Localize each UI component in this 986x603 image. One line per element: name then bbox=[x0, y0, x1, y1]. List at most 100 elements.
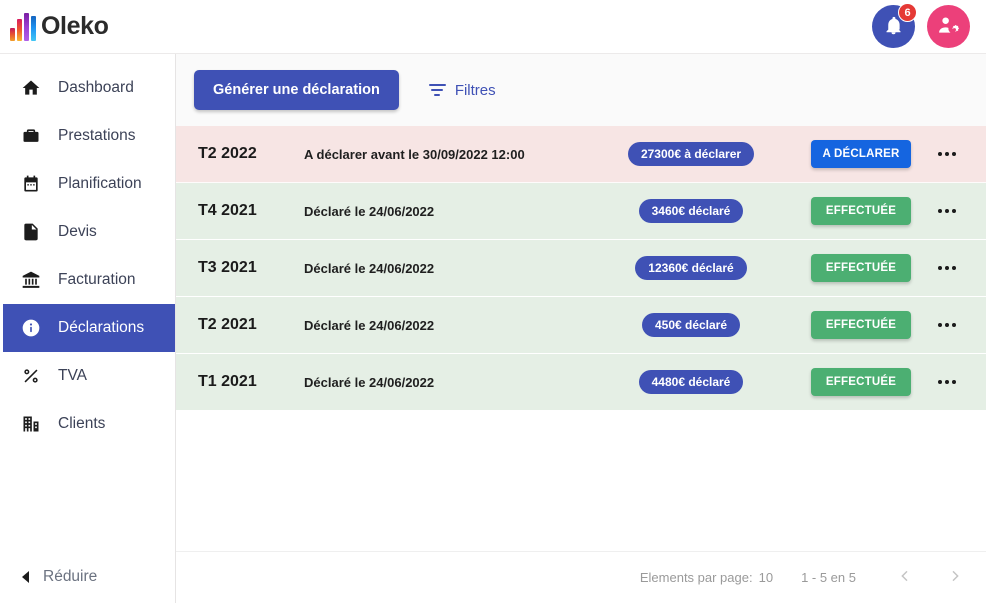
user-settings-icon bbox=[937, 14, 960, 40]
row-menu bbox=[926, 258, 968, 278]
filter-icon bbox=[428, 84, 446, 96]
row-period: T3 2021 bbox=[198, 259, 257, 276]
more-options-icon[interactable] bbox=[934, 372, 960, 392]
amount-badge: 27300€ à déclarer bbox=[627, 142, 755, 166]
sidebar-item-tva[interactable]: TVA bbox=[0, 352, 175, 400]
table-row[interactable]: T4 2021 Déclaré le 24/06/2022 3460€ décl… bbox=[176, 183, 986, 240]
row-info: Déclaré le 24/06/2022 bbox=[304, 374, 435, 390]
sidebar-item-dashboard[interactable]: Dashboard bbox=[0, 64, 175, 112]
declarations-table: T2 2022 A déclarer avant le 30/09/2022 1… bbox=[176, 126, 986, 411]
briefcase-icon bbox=[20, 125, 42, 147]
table-row[interactable]: T1 2021 Déclaré le 24/06/2022 4480€ décl… bbox=[176, 354, 986, 411]
sidebar-item-prestations[interactable]: Prestations bbox=[0, 112, 175, 160]
percent-icon bbox=[20, 365, 42, 387]
sidebar-item-label: Clients bbox=[58, 415, 106, 432]
row-status: EFFECTUÉE bbox=[796, 368, 926, 396]
row-status: A DÉCLARER bbox=[796, 140, 926, 168]
row-info: Déclaré le 24/06/2022 bbox=[304, 203, 435, 219]
notification-count-badge: 6 bbox=[898, 3, 917, 22]
status-badge[interactable]: A DÉCLARER bbox=[811, 140, 911, 168]
sidebar: Dashboard Prestations Planification Devi… bbox=[0, 54, 176, 603]
row-menu bbox=[926, 201, 968, 221]
items-per-page-label: Elements par page: bbox=[639, 570, 753, 585]
row-info: A déclarer avant le 30/09/2022 12:00 bbox=[304, 146, 525, 162]
row-menu bbox=[926, 315, 968, 335]
sidebar-item-declarations[interactable]: Déclarations bbox=[0, 304, 175, 352]
calendar-icon bbox=[20, 173, 42, 195]
sidebar-item-label: Dashboard bbox=[58, 79, 134, 96]
amount-badge: 450€ déclaré bbox=[641, 313, 741, 337]
caret-left-icon bbox=[22, 571, 29, 583]
table-empty-area bbox=[176, 411, 986, 551]
row-amount: 4480€ déclaré bbox=[586, 370, 796, 394]
filters-label: Filtres bbox=[454, 81, 496, 99]
more-options-icon[interactable] bbox=[934, 315, 960, 335]
sidebar-collapse-button[interactable]: Réduire bbox=[0, 551, 175, 603]
home-icon bbox=[20, 77, 42, 99]
amount-badge: 12360€ déclaré bbox=[635, 256, 747, 280]
sidebar-item-label: Prestations bbox=[58, 127, 136, 144]
row-amount: 27300€ à déclarer bbox=[586, 142, 796, 166]
sidebar-nav: Dashboard Prestations Planification Devi… bbox=[0, 64, 175, 448]
brand-logo[interactable]: Oleko bbox=[10, 12, 109, 41]
bank-icon bbox=[20, 269, 42, 291]
more-options-icon[interactable] bbox=[934, 144, 960, 164]
table-row[interactable]: T3 2021 Déclaré le 24/06/2022 12360€ déc… bbox=[176, 240, 986, 297]
more-options-icon[interactable] bbox=[934, 258, 960, 278]
pagination-range: 1 - 5 en 5 bbox=[801, 570, 856, 585]
amount-badge: 3460€ déclaré bbox=[638, 199, 744, 223]
filters-button[interactable]: Filtres bbox=[425, 76, 500, 105]
quote-doc-icon bbox=[20, 221, 42, 243]
table-row[interactable]: T2 2022 A déclarer avant le 30/09/2022 1… bbox=[176, 126, 986, 183]
generate-declaration-button[interactable]: Générer une déclaration bbox=[194, 70, 399, 110]
status-badge[interactable]: EFFECTUÉE bbox=[811, 368, 911, 396]
sidebar-item-facturation[interactable]: Facturation bbox=[0, 256, 175, 304]
logo-bars-icon bbox=[10, 12, 39, 41]
pagination-nav bbox=[888, 561, 972, 595]
top-bar: Oleko 6 bbox=[0, 0, 986, 54]
row-amount: 12360€ déclaré bbox=[586, 256, 796, 280]
next-page-button[interactable] bbox=[938, 561, 972, 595]
status-badge[interactable]: EFFECTUÉE bbox=[811, 311, 911, 339]
row-period: T1 2021 bbox=[198, 373, 257, 390]
account-settings-button[interactable] bbox=[927, 5, 970, 48]
main-content: Générer une déclaration Filtres T2 2022 … bbox=[176, 54, 986, 603]
sidebar-item-devis[interactable]: Devis bbox=[0, 208, 175, 256]
previous-page-button[interactable] bbox=[888, 561, 922, 595]
row-period: T2 2021 bbox=[198, 316, 257, 333]
sidebar-item-label: TVA bbox=[58, 367, 87, 384]
sidebar-item-planification[interactable]: Planification bbox=[0, 160, 175, 208]
row-menu bbox=[926, 144, 968, 164]
row-status: EFFECTUÉE bbox=[796, 311, 926, 339]
brand-name: Oleko bbox=[41, 12, 109, 40]
row-menu bbox=[926, 372, 968, 392]
app-body: Dashboard Prestations Planification Devi… bbox=[0, 54, 986, 603]
row-info: Déclaré le 24/06/2022 bbox=[304, 317, 435, 333]
more-options-icon[interactable] bbox=[934, 201, 960, 221]
sidebar-item-clients[interactable]: Clients bbox=[0, 400, 175, 448]
building-icon bbox=[20, 413, 42, 435]
row-period: T4 2021 bbox=[198, 202, 257, 219]
row-info: Déclaré le 24/06/2022 bbox=[304, 260, 435, 276]
row-amount: 450€ déclaré bbox=[586, 313, 796, 337]
row-status: EFFECTUÉE bbox=[796, 197, 926, 225]
top-bar-actions: 6 bbox=[872, 3, 970, 48]
row-status: EFFECTUÉE bbox=[796, 254, 926, 282]
amount-badge: 4480€ déclaré bbox=[638, 370, 744, 394]
sidebar-item-label: Devis bbox=[58, 223, 97, 240]
pagination: Elements par page: 10 1 - 5 en 5 bbox=[176, 551, 986, 603]
info-icon bbox=[20, 317, 42, 339]
status-badge[interactable]: EFFECTUÉE bbox=[811, 197, 911, 225]
app-root: Oleko 6 Dashboard Prestations Planificat… bbox=[0, 0, 986, 603]
table-row[interactable]: T2 2021 Déclaré le 24/06/2022 450€ décla… bbox=[176, 297, 986, 354]
sidebar-item-label: Déclarations bbox=[58, 319, 145, 336]
notifications-button[interactable]: 6 bbox=[872, 3, 917, 48]
row-period: T2 2022 bbox=[198, 145, 257, 162]
items-per-page-value[interactable]: 10 bbox=[759, 570, 773, 585]
sidebar-item-label: Facturation bbox=[58, 271, 136, 288]
sidebar-collapse-label: Réduire bbox=[43, 568, 98, 585]
sidebar-item-label: Planification bbox=[58, 175, 142, 192]
toolbar: Générer une déclaration Filtres bbox=[176, 54, 986, 126]
chevron-left-icon bbox=[897, 568, 913, 587]
status-badge[interactable]: EFFECTUÉE bbox=[811, 254, 911, 282]
